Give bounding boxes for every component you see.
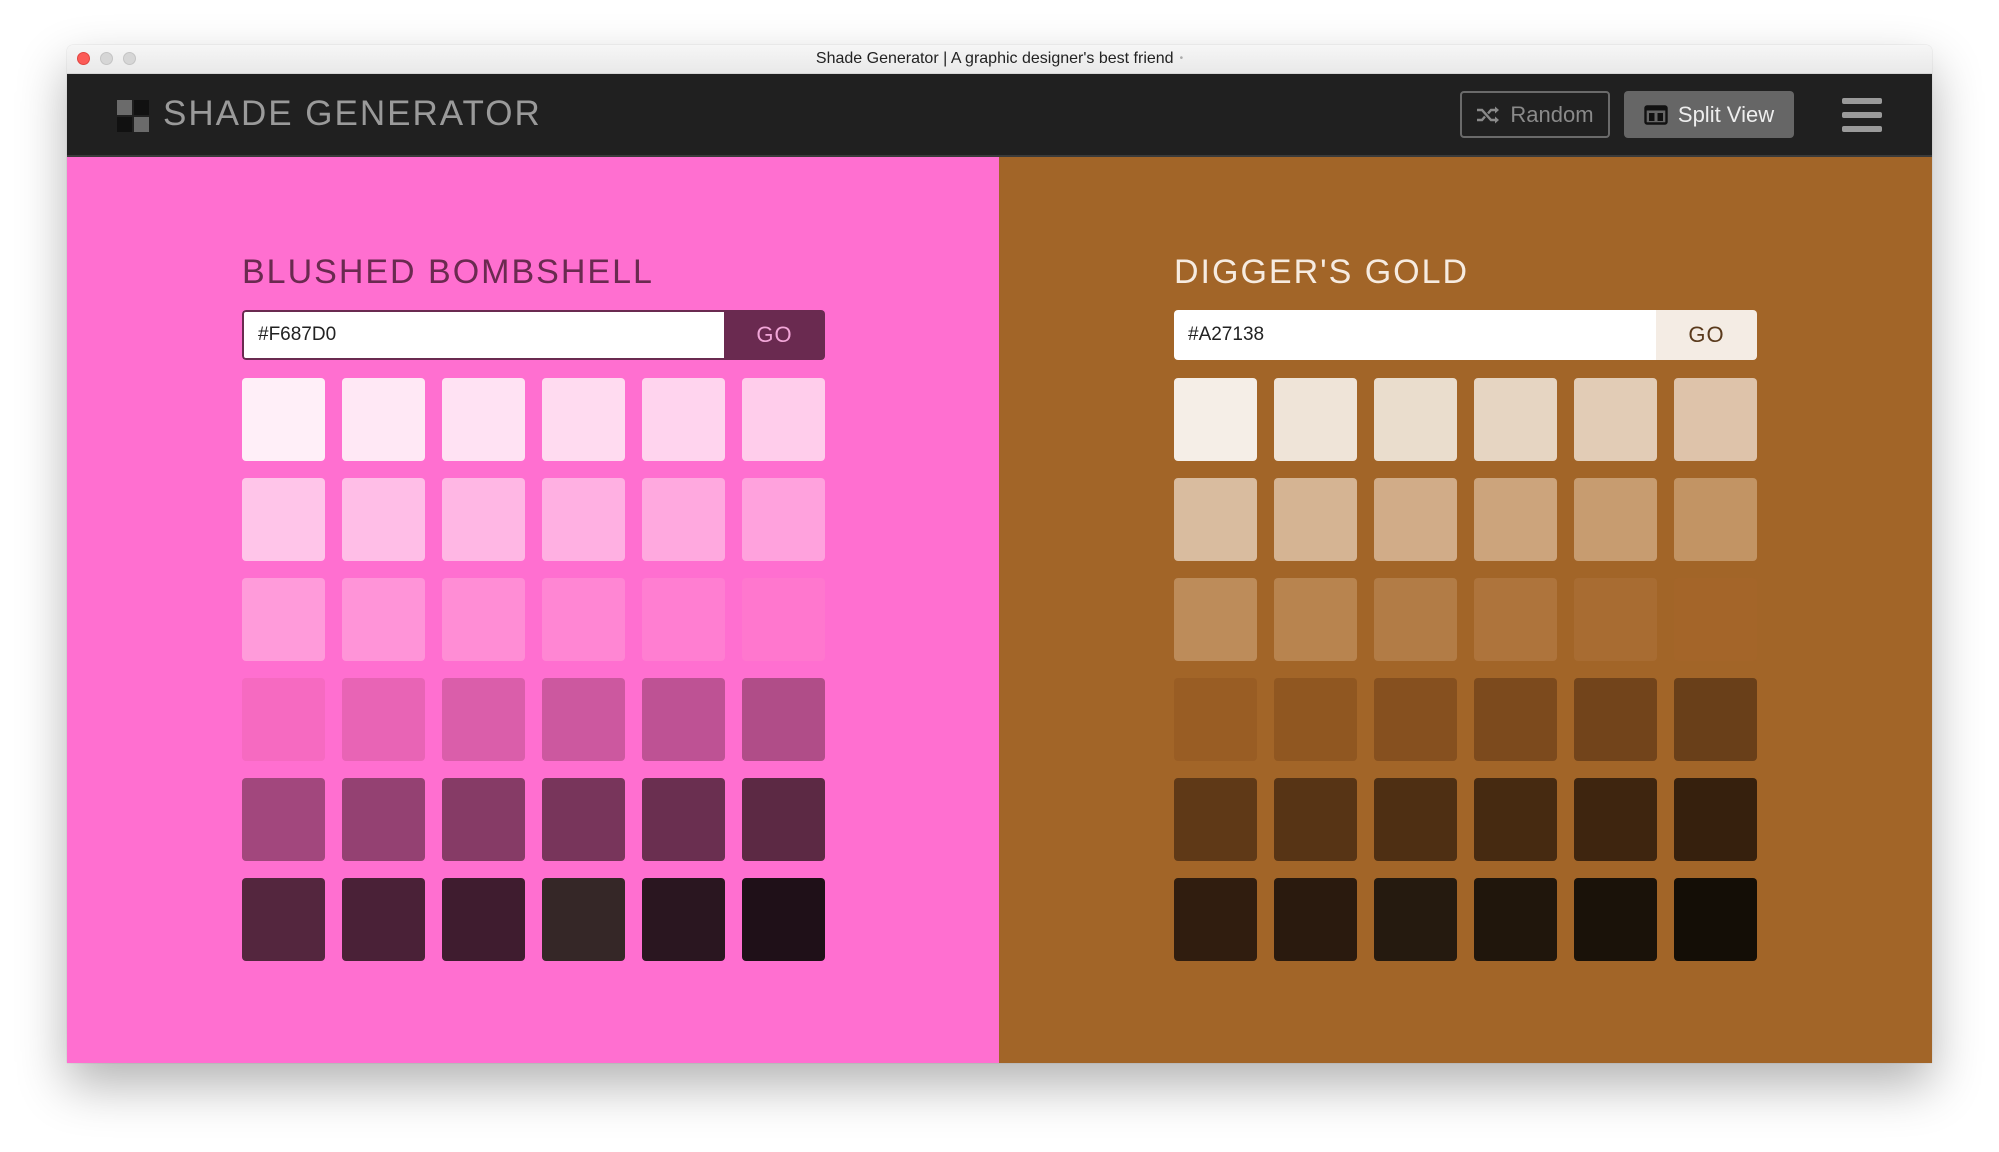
color-panel-right: DIGGER'S GOLD GO (999, 157, 1932, 1063)
shade-swatch[interactable] (242, 778, 325, 861)
shuffle-icon (1477, 106, 1500, 123)
window-title-text: Shade Generator | A graphic designer's b… (815, 50, 1174, 68)
hex-input[interactable] (1174, 310, 1656, 360)
shade-swatch[interactable] (1174, 378, 1257, 461)
shade-swatch[interactable] (642, 478, 725, 561)
shade-swatch[interactable] (1474, 778, 1557, 861)
shade-swatch[interactable] (1674, 878, 1757, 961)
shade-swatch[interactable] (342, 378, 425, 461)
shade-swatch[interactable] (642, 578, 725, 661)
shade-swatch[interactable] (1174, 478, 1257, 561)
shade-swatch[interactable] (1274, 378, 1357, 461)
shade-swatch[interactable] (1174, 878, 1257, 961)
shade-swatch[interactable] (742, 778, 825, 861)
shade-swatch[interactable] (1274, 478, 1357, 561)
logo-icon (117, 100, 149, 132)
split-view-button[interactable]: Split View (1624, 91, 1794, 138)
shade-swatch[interactable] (342, 478, 425, 561)
shade-swatch[interactable] (1174, 578, 1257, 661)
shade-swatch[interactable] (542, 778, 625, 861)
shade-swatch[interactable] (1574, 778, 1657, 861)
hex-form: GO (242, 310, 825, 360)
shade-swatch[interactable] (1574, 878, 1657, 961)
color-name: DIGGER'S GOLD (1174, 253, 1470, 291)
shade-swatch[interactable] (1474, 478, 1557, 561)
shade-swatch[interactable] (1274, 778, 1357, 861)
shade-swatch[interactable] (342, 878, 425, 961)
shade-swatch[interactable] (1674, 678, 1757, 761)
color-panel-left: BLUSHED BOMBSHELL GO (67, 157, 999, 1063)
edited-dot-icon: • (1179, 53, 1184, 64)
shade-swatch[interactable] (1374, 378, 1457, 461)
shade-swatch[interactable] (742, 578, 825, 661)
shade-swatch[interactable] (642, 378, 725, 461)
shade-grid (242, 378, 825, 961)
shade-swatch[interactable] (542, 578, 625, 661)
shade-swatch[interactable] (242, 678, 325, 761)
shade-swatch[interactable] (642, 778, 725, 861)
shade-swatch[interactable] (1374, 878, 1457, 961)
shade-swatch[interactable] (542, 378, 625, 461)
shade-swatch[interactable] (1474, 678, 1557, 761)
shade-swatch[interactable] (1474, 378, 1557, 461)
shade-swatch[interactable] (542, 878, 625, 961)
shade-swatch[interactable] (542, 478, 625, 561)
shade-swatch[interactable] (1474, 878, 1557, 961)
split-view-button-label: Split View (1677, 101, 1775, 127)
window-title: Shade Generator | A graphic designer's b… (67, 45, 1932, 73)
window-titlebar: Shade Generator | A graphic designer's b… (67, 45, 1932, 74)
shade-swatch[interactable] (1374, 478, 1457, 561)
shade-swatch[interactable] (1474, 578, 1557, 661)
shade-swatch[interactable] (242, 378, 325, 461)
random-button[interactable]: Random (1460, 91, 1610, 138)
shade-swatch[interactable] (342, 678, 425, 761)
shade-swatch[interactable] (242, 578, 325, 661)
color-name: BLUSHED BOMBSHELL (242, 253, 654, 291)
hamburger-menu-icon[interactable] (1842, 98, 1882, 132)
shade-swatch[interactable] (742, 378, 825, 461)
shade-swatch[interactable] (1674, 578, 1757, 661)
split-view-icon (1644, 104, 1668, 125)
app-window: Shade Generator | A graphic designer's b… (67, 45, 1932, 1063)
shade-swatch[interactable] (442, 378, 525, 461)
shade-swatch[interactable] (1274, 578, 1357, 661)
go-button[interactable]: GO (1656, 310, 1757, 360)
shade-swatch[interactable] (742, 478, 825, 561)
app-header: SHADE GENERATOR Random Split View (67, 74, 1932, 157)
shade-swatch[interactable] (1174, 778, 1257, 861)
shade-swatch[interactable] (1574, 378, 1657, 461)
shade-swatch[interactable] (1274, 678, 1357, 761)
shade-swatch[interactable] (642, 678, 725, 761)
shade-swatch[interactable] (1374, 778, 1457, 861)
shade-swatch[interactable] (1574, 478, 1657, 561)
shade-swatch[interactable] (342, 578, 425, 661)
hex-form: GO (1174, 310, 1757, 360)
shade-swatch[interactable] (1374, 578, 1457, 661)
shade-swatch[interactable] (442, 478, 525, 561)
shade-swatch[interactable] (642, 878, 725, 961)
shade-swatch[interactable] (742, 678, 825, 761)
shade-swatch[interactable] (542, 678, 625, 761)
shade-swatch[interactable] (1374, 678, 1457, 761)
shade-swatch[interactable] (442, 778, 525, 861)
shade-swatch[interactable] (1574, 578, 1657, 661)
shade-swatch[interactable] (442, 678, 525, 761)
shade-swatch[interactable] (1674, 778, 1757, 861)
shade-swatch[interactable] (1274, 878, 1357, 961)
shade-swatch[interactable] (1674, 378, 1757, 461)
go-button[interactable]: GO (724, 310, 825, 360)
shade-swatch[interactable] (1574, 678, 1657, 761)
shade-swatch[interactable] (342, 778, 425, 861)
brand-title: SHADE GENERATOR (163, 94, 542, 133)
random-button-label: Random (1510, 101, 1594, 127)
hex-input[interactable] (242, 310, 724, 360)
shade-swatch[interactable] (1674, 478, 1757, 561)
shade-swatch[interactable] (242, 878, 325, 961)
shade-swatch[interactable] (442, 578, 525, 661)
shade-swatch[interactable] (1174, 678, 1257, 761)
shade-swatch[interactable] (442, 878, 525, 961)
shade-grid (1174, 378, 1757, 961)
shade-swatch[interactable] (742, 878, 825, 961)
shade-swatch[interactable] (242, 478, 325, 561)
